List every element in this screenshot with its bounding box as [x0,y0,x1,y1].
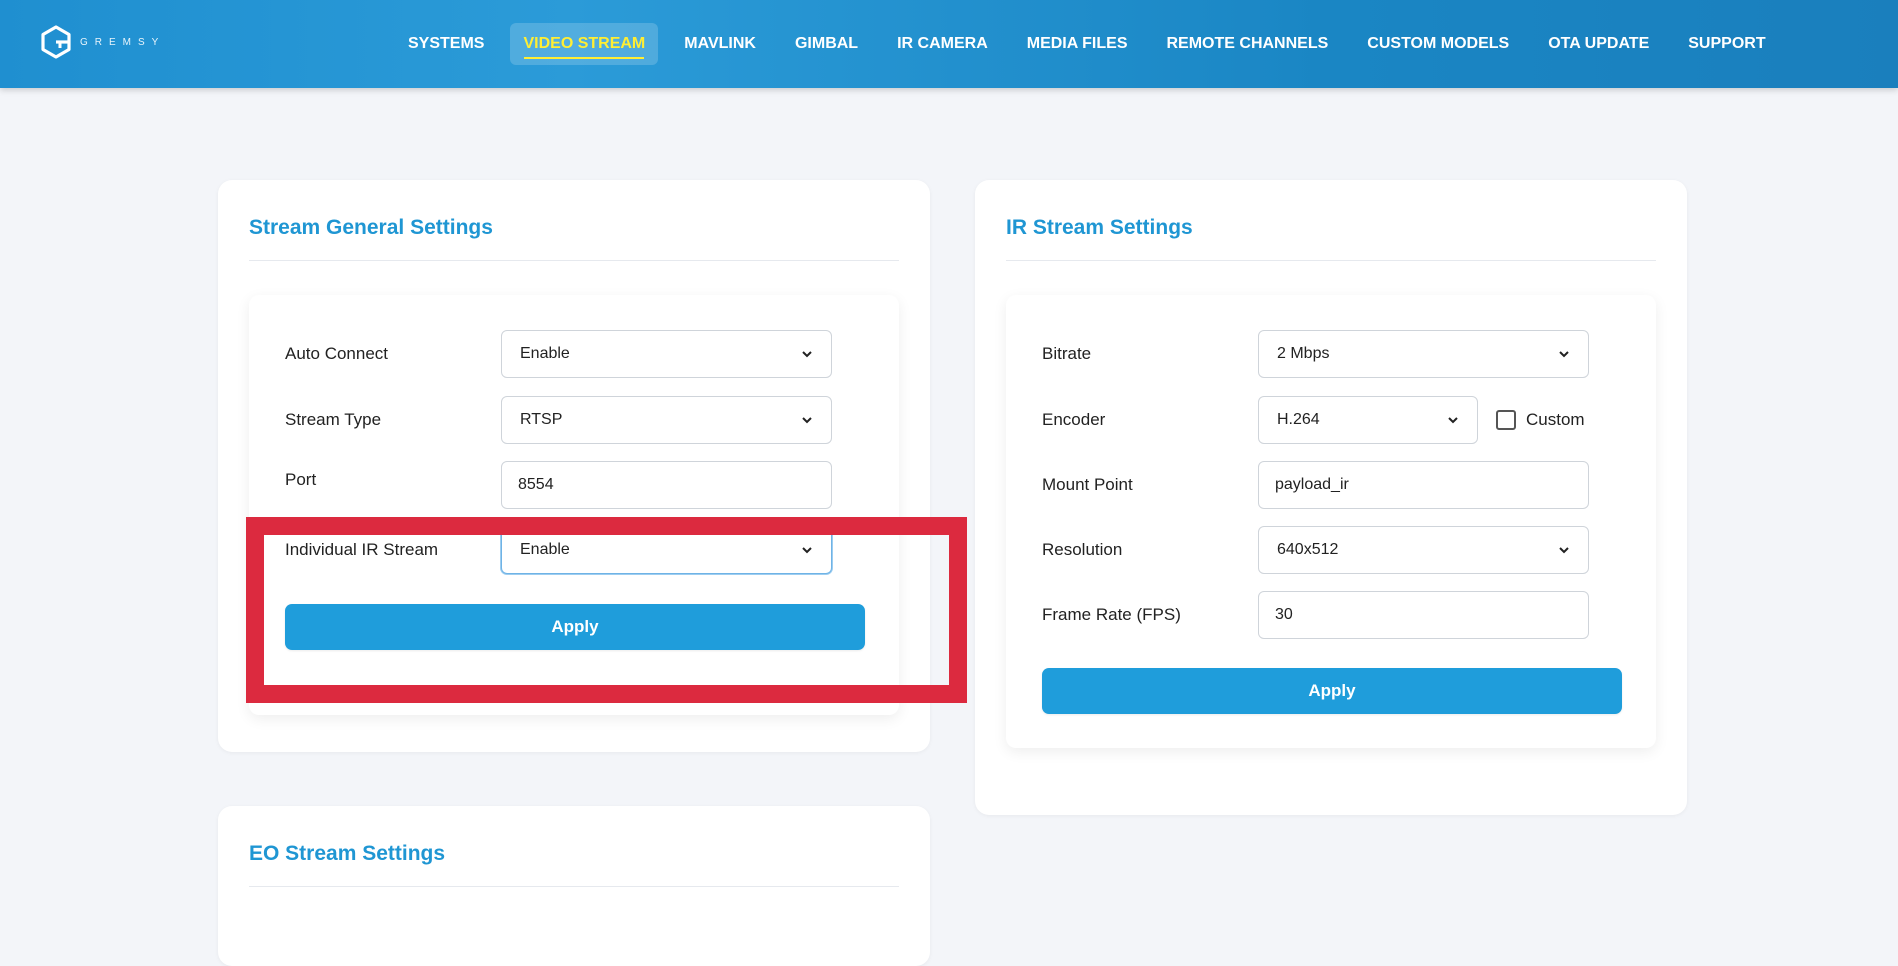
gremsy-logo-icon [41,25,71,59]
nav-ir-camera[interactable]: IR CAMERA [884,23,1001,65]
auto-connect-label: Auto Connect [285,344,389,363]
nav-ota-update[interactable]: OTA UPDATE [1535,23,1662,65]
stream-type-row: Stream Type RTSP [285,396,832,444]
logo-wordmark: GREMSY [80,36,166,48]
chevron-down-icon [802,351,812,358]
mount-point-value: payload_ir [1275,476,1349,493]
port-label: Port [285,470,317,489]
bitrate-row: Bitrate 2 Mbps [1042,330,1589,378]
ir-stream-form: Bitrate 2 Mbps Encoder H.264 Custom Moun… [1006,295,1656,748]
bitrate-label: Bitrate [1042,344,1092,363]
nav-support[interactable]: SUPPORT [1675,23,1778,65]
frame-rate-label: Frame Rate (FPS) [1042,605,1181,624]
encoder-select[interactable]: H.264 [1258,396,1478,444]
mount-point-label: Mount Point [1042,475,1133,494]
gremsy-logo[interactable]: GREMSY [38,22,165,62]
mount-point-row: Mount Point payload_ir [1042,461,1589,509]
auto-connect-value: Enable [520,345,570,362]
nav-media-files[interactable]: MEDIA FILES [1014,23,1141,65]
chevron-down-icon [1559,351,1569,358]
frame-rate-row: Frame Rate (FPS) 30 [1042,591,1589,639]
nav-gimbal[interactable]: GIMBAL [782,23,871,65]
ir-stream-settings-card: IR Stream Settings Bitrate 2 Mbps Encode… [975,180,1687,815]
stream-general-settings-title: Stream General Settings [249,216,899,261]
nav-systems[interactable]: SYSTEMS [395,23,497,65]
auto-connect-row: Auto Connect Enable [285,330,832,378]
port-value: 8554 [518,476,554,493]
chevron-down-icon [1448,417,1458,424]
custom-encoder-checkbox[interactable] [1496,410,1516,430]
stream-type-select[interactable]: RTSP [501,396,832,444]
eo-stream-settings-card: EO Stream Settings [218,806,930,966]
resolution-row: Resolution 640x512 [1042,526,1589,574]
encoder-row: Encoder H.264 Custom [1042,396,1585,444]
bitrate-value: 2 Mbps [1277,345,1330,362]
resolution-select[interactable]: 640x512 [1258,526,1589,574]
frame-rate-value: 30 [1275,606,1293,623]
chevron-down-icon [1559,547,1569,554]
frame-rate-input[interactable]: 30 [1258,591,1589,639]
nav-mavlink[interactable]: MAVLINK [671,23,769,65]
resolution-value: 640x512 [1277,541,1339,558]
nav-custom-models[interactable]: CUSTOM MODELS [1354,23,1522,65]
nav-remote-channels[interactable]: REMOTE CHANNELS [1154,23,1342,65]
stream-type-value: RTSP [520,411,563,428]
bitrate-select[interactable]: 2 Mbps [1258,330,1589,378]
ir-apply-button[interactable]: Apply [1042,668,1622,714]
chevron-down-icon [802,417,812,424]
eo-stream-settings-title: EO Stream Settings [249,842,899,887]
port-input[interactable]: 8554 [501,461,832,509]
nav-video-stream[interactable]: VIDEO STREAM [510,23,659,65]
custom-encoder-label: Custom [1526,410,1585,429]
annotation-highlight-box [246,517,967,703]
encoder-value: H.264 [1277,411,1320,428]
auto-connect-select[interactable]: Enable [501,330,832,378]
mount-point-input[interactable]: payload_ir [1258,461,1589,509]
port-row: Port 8554 [285,461,832,509]
encoder-label: Encoder [1042,410,1106,429]
main-nav: SYSTEMS VIDEO STREAM MAVLINK GIMBAL IR C… [395,0,1792,88]
ir-stream-settings-title: IR Stream Settings [1006,216,1656,261]
resolution-label: Resolution [1042,540,1123,559]
top-navigation-bar: GREMSY SYSTEMS VIDEO STREAM MAVLINK GIMB… [0,0,1898,88]
stream-type-label: Stream Type [285,410,382,429]
